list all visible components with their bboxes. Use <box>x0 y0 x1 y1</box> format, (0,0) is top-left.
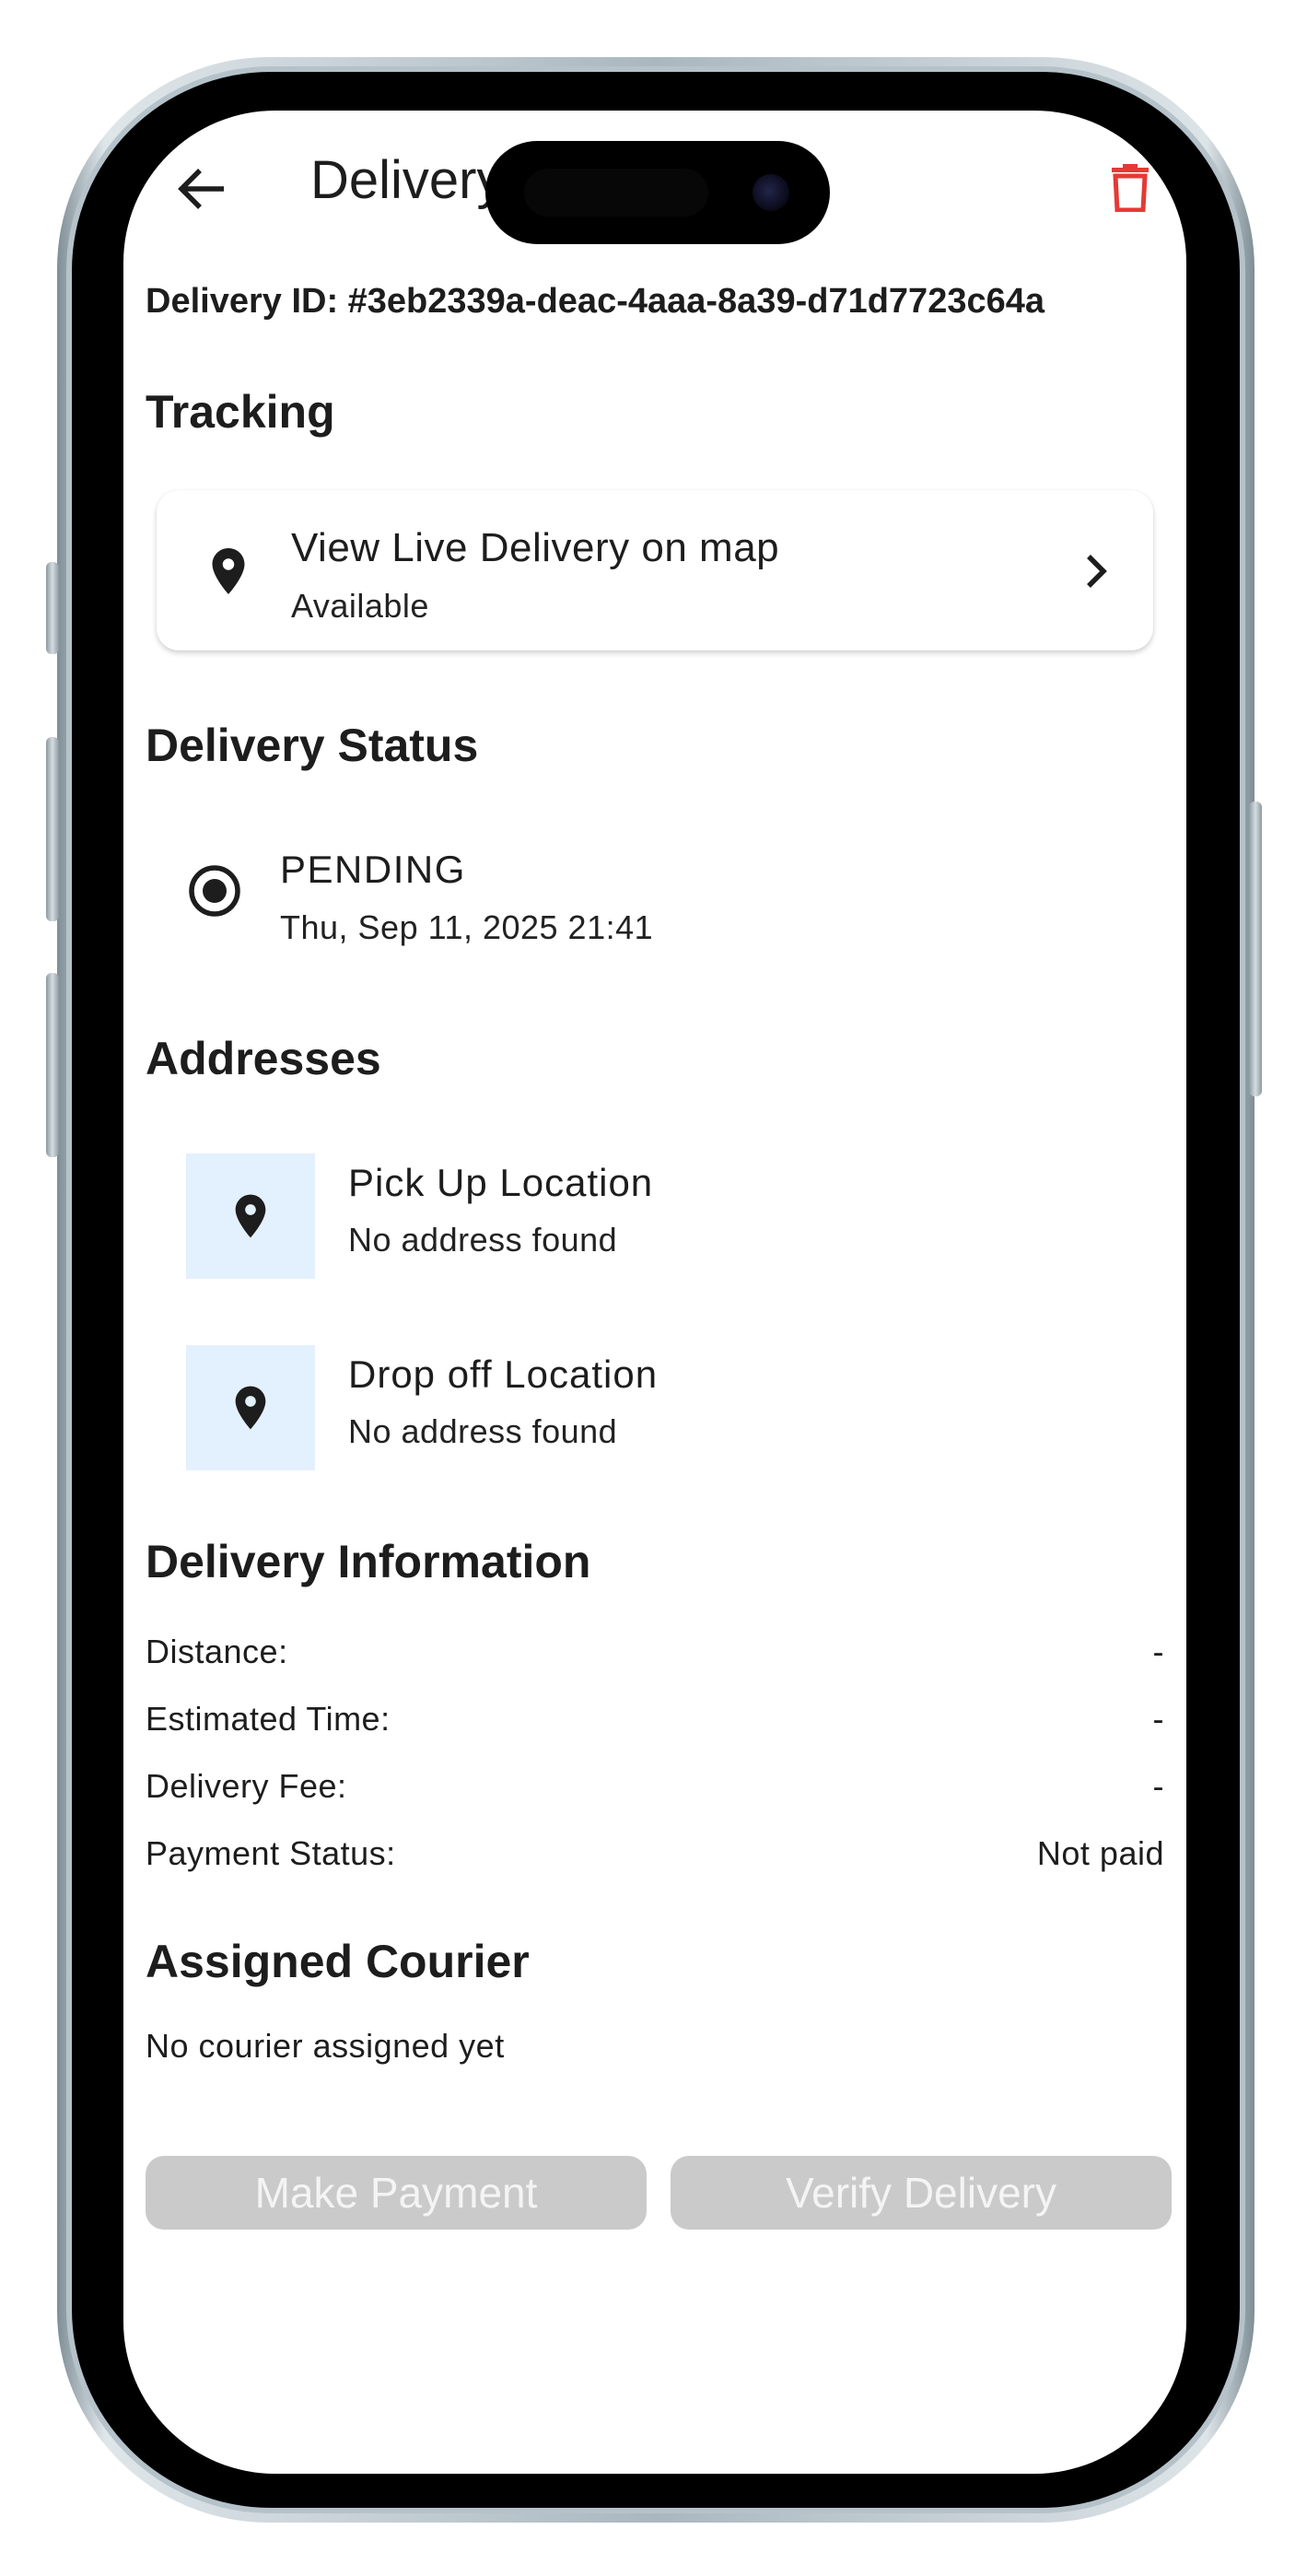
distance-label: Distance: <box>146 1633 288 1670</box>
delete-button[interactable] <box>1098 155 1162 219</box>
volume-down-button <box>46 973 59 1157</box>
dynamic-island <box>485 141 830 244</box>
payment-status-label: Payment Status: <box>146 1834 396 1872</box>
live-map-title: View Live Delivery on map <box>291 525 780 570</box>
chevron-right-icon <box>1087 555 1107 588</box>
status-value: PENDING <box>280 848 466 891</box>
app-screen: Delivery Details Delivery ID: #3eb2339a-… <box>123 111 1186 2474</box>
power-button <box>1249 802 1262 1096</box>
tracking-section-title: Tracking <box>146 386 335 438</box>
live-map-card[interactable]: View Live Delivery on map Available <box>157 490 1153 650</box>
estimated-time-value: - <box>1152 1700 1164 1738</box>
dropoff-location-address: No address found <box>348 1412 618 1450</box>
payment-status-value: Not paid <box>1036 1834 1164 1872</box>
map-pin-icon <box>235 1386 266 1430</box>
action-button <box>46 562 59 654</box>
addresses-section-title: Addresses <box>146 1033 381 1084</box>
dropoff-location-tile <box>186 1345 315 1470</box>
verify-delivery-button[interactable]: Verify Delivery <box>671 2156 1172 2230</box>
courier-status: No courier assigned yet <box>146 2027 505 2065</box>
map-pin-icon <box>235 1194 266 1238</box>
dropoff-location-title: Drop off Location <box>348 1352 659 1396</box>
volume-up-button <box>46 737 59 921</box>
info-section-title: Delivery Information <box>146 1536 591 1587</box>
pickup-location-tile <box>186 1153 315 1279</box>
radio-selected-icon <box>189 865 240 917</box>
live-map-availability: Available <box>291 587 429 625</box>
status-timestamp: Thu, Sep 11, 2025 21:41 <box>280 908 654 946</box>
trash-icon <box>1112 164 1149 212</box>
front-camera-lens <box>753 174 789 211</box>
island-sensor <box>524 169 708 217</box>
pickup-location-address: No address found <box>348 1221 618 1259</box>
delivery-fee-label: Delivery Fee: <box>146 1767 347 1805</box>
status-section-title: Delivery Status <box>146 720 479 771</box>
delivery-fee-value: - <box>1152 1767 1164 1805</box>
delivery-id: Delivery ID: #3eb2339a-deac-4aaa-8a39-d7… <box>146 282 1044 321</box>
map-pin-icon <box>212 548 245 594</box>
arrow-back-icon <box>178 169 224 209</box>
courier-section-title: Assigned Courier <box>146 1936 530 1987</box>
distance-value: - <box>1152 1633 1164 1670</box>
estimated-time-label: Estimated Time: <box>146 1700 391 1738</box>
pickup-location-title: Pick Up Location <box>348 1161 654 1204</box>
back-button[interactable] <box>169 157 234 221</box>
make-payment-button[interactable]: Make Payment <box>146 2156 647 2230</box>
